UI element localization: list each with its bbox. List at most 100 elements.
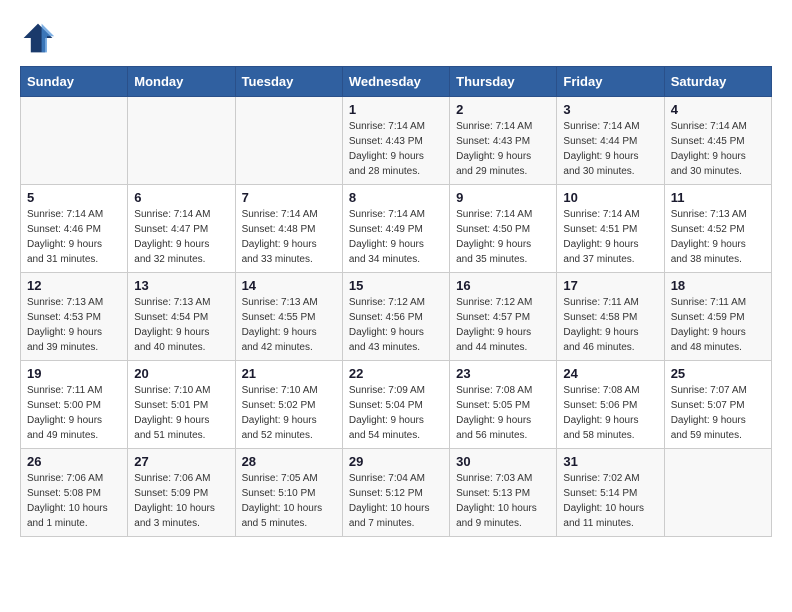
day-info: Sunrise: 7:06 AM Sunset: 5:09 PM Dayligh…	[134, 471, 228, 531]
calendar-cell: 9 Sunrise: 7:14 AM Sunset: 4:50 PM Daylig…	[450, 185, 557, 273]
day-number: 16	[456, 278, 550, 293]
calendar-cell: 18 Sunrise: 7:11 AM Sunset: 4:59 PM Dayli…	[664, 273, 771, 361]
calendar-cell: 1 Sunrise: 7:14 AM Sunset: 4:43 PM Daylig…	[342, 97, 449, 185]
day-info: Sunrise: 7:14 AM Sunset: 4:50 PM Dayligh…	[456, 207, 550, 267]
day-number: 22	[349, 366, 443, 381]
calendar-cell: 13Sunrise: 7:13 AM Sunset: 4:54 PM Dayli…	[128, 273, 235, 361]
calendar-table: SundayMondayTuesdayWednesdayThursdayFrid…	[20, 66, 772, 537]
day-info: Sunrise: 7:13 AM Sunset: 4:53 PM Dayligh…	[27, 295, 121, 355]
page-header	[20, 20, 772, 56]
calendar-cell: 20 Sunrise: 7:10 AM Sunset: 5:01 PM Dayli…	[128, 361, 235, 449]
day-number: 26	[27, 454, 121, 469]
day-info: Sunrise: 7:11 AM Sunset: 4:59 PM Dayligh…	[671, 295, 765, 355]
day-info: Sunrise: 7:08 AM Sunset: 5:05 PM Dayligh…	[456, 383, 550, 443]
calendar-cell: 22Sunrise: 7:09 AM Sunset: 5:04 PM Dayli…	[342, 361, 449, 449]
calendar-cell	[21, 97, 128, 185]
weekday-header-friday: Friday	[557, 67, 664, 97]
calendar-cell: 16 Sunrise: 7:12 AM Sunset: 4:57 PM Dayli…	[450, 273, 557, 361]
calendar-cell: 30 Sunrise: 7:03 AM Sunset: 5:13 PM Dayli…	[450, 449, 557, 537]
weekday-header-sunday: Sunday	[21, 67, 128, 97]
calendar-week-row: 19Sunrise: 7:11 AM Sunset: 5:00 PM Dayli…	[21, 361, 772, 449]
day-number: 18	[671, 278, 765, 293]
day-number: 3	[563, 102, 657, 117]
calendar-cell: 21 Sunrise: 7:10 AM Sunset: 5:02 PM Dayli…	[235, 361, 342, 449]
day-number: 4	[671, 102, 765, 117]
day-number: 24	[563, 366, 657, 381]
calendar-week-row: 1 Sunrise: 7:14 AM Sunset: 4:43 PM Daylig…	[21, 97, 772, 185]
day-info: Sunrise: 7:14 AM Sunset: 4:49 PM Dayligh…	[349, 207, 443, 267]
calendar-cell: 31Sunrise: 7:02 AM Sunset: 5:14 PM Dayli…	[557, 449, 664, 537]
calendar-cell: 17 Sunrise: 7:11 AM Sunset: 4:58 PM Dayli…	[557, 273, 664, 361]
day-number: 12	[27, 278, 121, 293]
calendar-week-row: 5 Sunrise: 7:14 AM Sunset: 4:46 PM Daylig…	[21, 185, 772, 273]
weekday-header-thursday: Thursday	[450, 67, 557, 97]
day-info: Sunrise: 7:05 AM Sunset: 5:10 PM Dayligh…	[242, 471, 336, 531]
day-number: 5	[27, 190, 121, 205]
day-info: Sunrise: 7:14 AM Sunset: 4:45 PM Dayligh…	[671, 119, 765, 179]
day-number: 17	[563, 278, 657, 293]
day-number: 21	[242, 366, 336, 381]
day-number: 20	[134, 366, 228, 381]
calendar-cell: 4 Sunrise: 7:14 AM Sunset: 4:45 PM Daylig…	[664, 97, 771, 185]
day-number: 6	[134, 190, 228, 205]
day-info: Sunrise: 7:14 AM Sunset: 4:46 PM Dayligh…	[27, 207, 121, 267]
day-info: Sunrise: 7:11 AM Sunset: 4:58 PM Dayligh…	[563, 295, 657, 355]
calendar-cell: 7Sunrise: 7:14 AM Sunset: 4:48 PM Daylig…	[235, 185, 342, 273]
calendar-cell: 28 Sunrise: 7:05 AM Sunset: 5:10 PM Dayli…	[235, 449, 342, 537]
day-info: Sunrise: 7:10 AM Sunset: 5:01 PM Dayligh…	[134, 383, 228, 443]
day-info: Sunrise: 7:14 AM Sunset: 4:51 PM Dayligh…	[563, 207, 657, 267]
day-number: 14	[242, 278, 336, 293]
logo-icon	[20, 20, 56, 56]
day-info: Sunrise: 7:10 AM Sunset: 5:02 PM Dayligh…	[242, 383, 336, 443]
day-info: Sunrise: 7:04 AM Sunset: 5:12 PM Dayligh…	[349, 471, 443, 531]
day-info: Sunrise: 7:14 AM Sunset: 4:47 PM Dayligh…	[134, 207, 228, 267]
day-number: 11	[671, 190, 765, 205]
calendar-cell: 19Sunrise: 7:11 AM Sunset: 5:00 PM Dayli…	[21, 361, 128, 449]
day-info: Sunrise: 7:07 AM Sunset: 5:07 PM Dayligh…	[671, 383, 765, 443]
day-number: 28	[242, 454, 336, 469]
weekday-header-wednesday: Wednesday	[342, 67, 449, 97]
calendar-cell: 10 Sunrise: 7:14 AM Sunset: 4:51 PM Dayli…	[557, 185, 664, 273]
day-number: 2	[456, 102, 550, 117]
day-info: Sunrise: 7:02 AM Sunset: 5:14 PM Dayligh…	[563, 471, 657, 531]
day-number: 1	[349, 102, 443, 117]
calendar-cell: 5 Sunrise: 7:14 AM Sunset: 4:46 PM Daylig…	[21, 185, 128, 273]
day-number: 25	[671, 366, 765, 381]
calendar-week-row: 26 Sunrise: 7:06 AM Sunset: 5:08 PM Dayli…	[21, 449, 772, 537]
day-number: 23	[456, 366, 550, 381]
day-info: Sunrise: 7:03 AM Sunset: 5:13 PM Dayligh…	[456, 471, 550, 531]
day-number: 15	[349, 278, 443, 293]
day-number: 29	[349, 454, 443, 469]
calendar-cell: 8Sunrise: 7:14 AM Sunset: 4:49 PM Daylig…	[342, 185, 449, 273]
calendar-cell: 23 Sunrise: 7:08 AM Sunset: 5:05 PM Dayli…	[450, 361, 557, 449]
calendar-cell: 12 Sunrise: 7:13 AM Sunset: 4:53 PM Dayli…	[21, 273, 128, 361]
calendar-cell: 3 Sunrise: 7:14 AM Sunset: 4:44 PM Daylig…	[557, 97, 664, 185]
weekday-header-saturday: Saturday	[664, 67, 771, 97]
calendar-cell: 27 Sunrise: 7:06 AM Sunset: 5:09 PM Dayli…	[128, 449, 235, 537]
calendar-cell: 2 Sunrise: 7:14 AM Sunset: 4:43 PM Daylig…	[450, 97, 557, 185]
calendar-cell	[664, 449, 771, 537]
day-info: Sunrise: 7:13 AM Sunset: 4:55 PM Dayligh…	[242, 295, 336, 355]
weekday-header-tuesday: Tuesday	[235, 67, 342, 97]
day-info: Sunrise: 7:14 AM Sunset: 4:44 PM Dayligh…	[563, 119, 657, 179]
day-number: 9	[456, 190, 550, 205]
day-number: 30	[456, 454, 550, 469]
day-info: Sunrise: 7:13 AM Sunset: 4:52 PM Dayligh…	[671, 207, 765, 267]
calendar-week-row: 12 Sunrise: 7:13 AM Sunset: 4:53 PM Dayli…	[21, 273, 772, 361]
calendar-cell: 26 Sunrise: 7:06 AM Sunset: 5:08 PM Dayli…	[21, 449, 128, 537]
day-info: Sunrise: 7:12 AM Sunset: 4:57 PM Dayligh…	[456, 295, 550, 355]
day-number: 7	[242, 190, 336, 205]
calendar-cell: 14 Sunrise: 7:13 AM Sunset: 4:55 PM Dayli…	[235, 273, 342, 361]
day-info: Sunrise: 7:13 AM Sunset: 4:54 PM Dayligh…	[134, 295, 228, 355]
day-info: Sunrise: 7:14 AM Sunset: 4:43 PM Dayligh…	[349, 119, 443, 179]
day-info: Sunrise: 7:14 AM Sunset: 4:43 PM Dayligh…	[456, 119, 550, 179]
day-number: 27	[134, 454, 228, 469]
weekday-header-monday: Monday	[128, 67, 235, 97]
day-number: 10	[563, 190, 657, 205]
calendar-cell: 15Sunrise: 7:12 AM Sunset: 4:56 PM Dayli…	[342, 273, 449, 361]
day-info: Sunrise: 7:06 AM Sunset: 5:08 PM Dayligh…	[27, 471, 121, 531]
logo	[20, 20, 60, 56]
day-info: Sunrise: 7:08 AM Sunset: 5:06 PM Dayligh…	[563, 383, 657, 443]
calendar-header-row: SundayMondayTuesdayWednesdayThursdayFrid…	[21, 67, 772, 97]
calendar-cell: 24 Sunrise: 7:08 AM Sunset: 5:06 PM Dayli…	[557, 361, 664, 449]
